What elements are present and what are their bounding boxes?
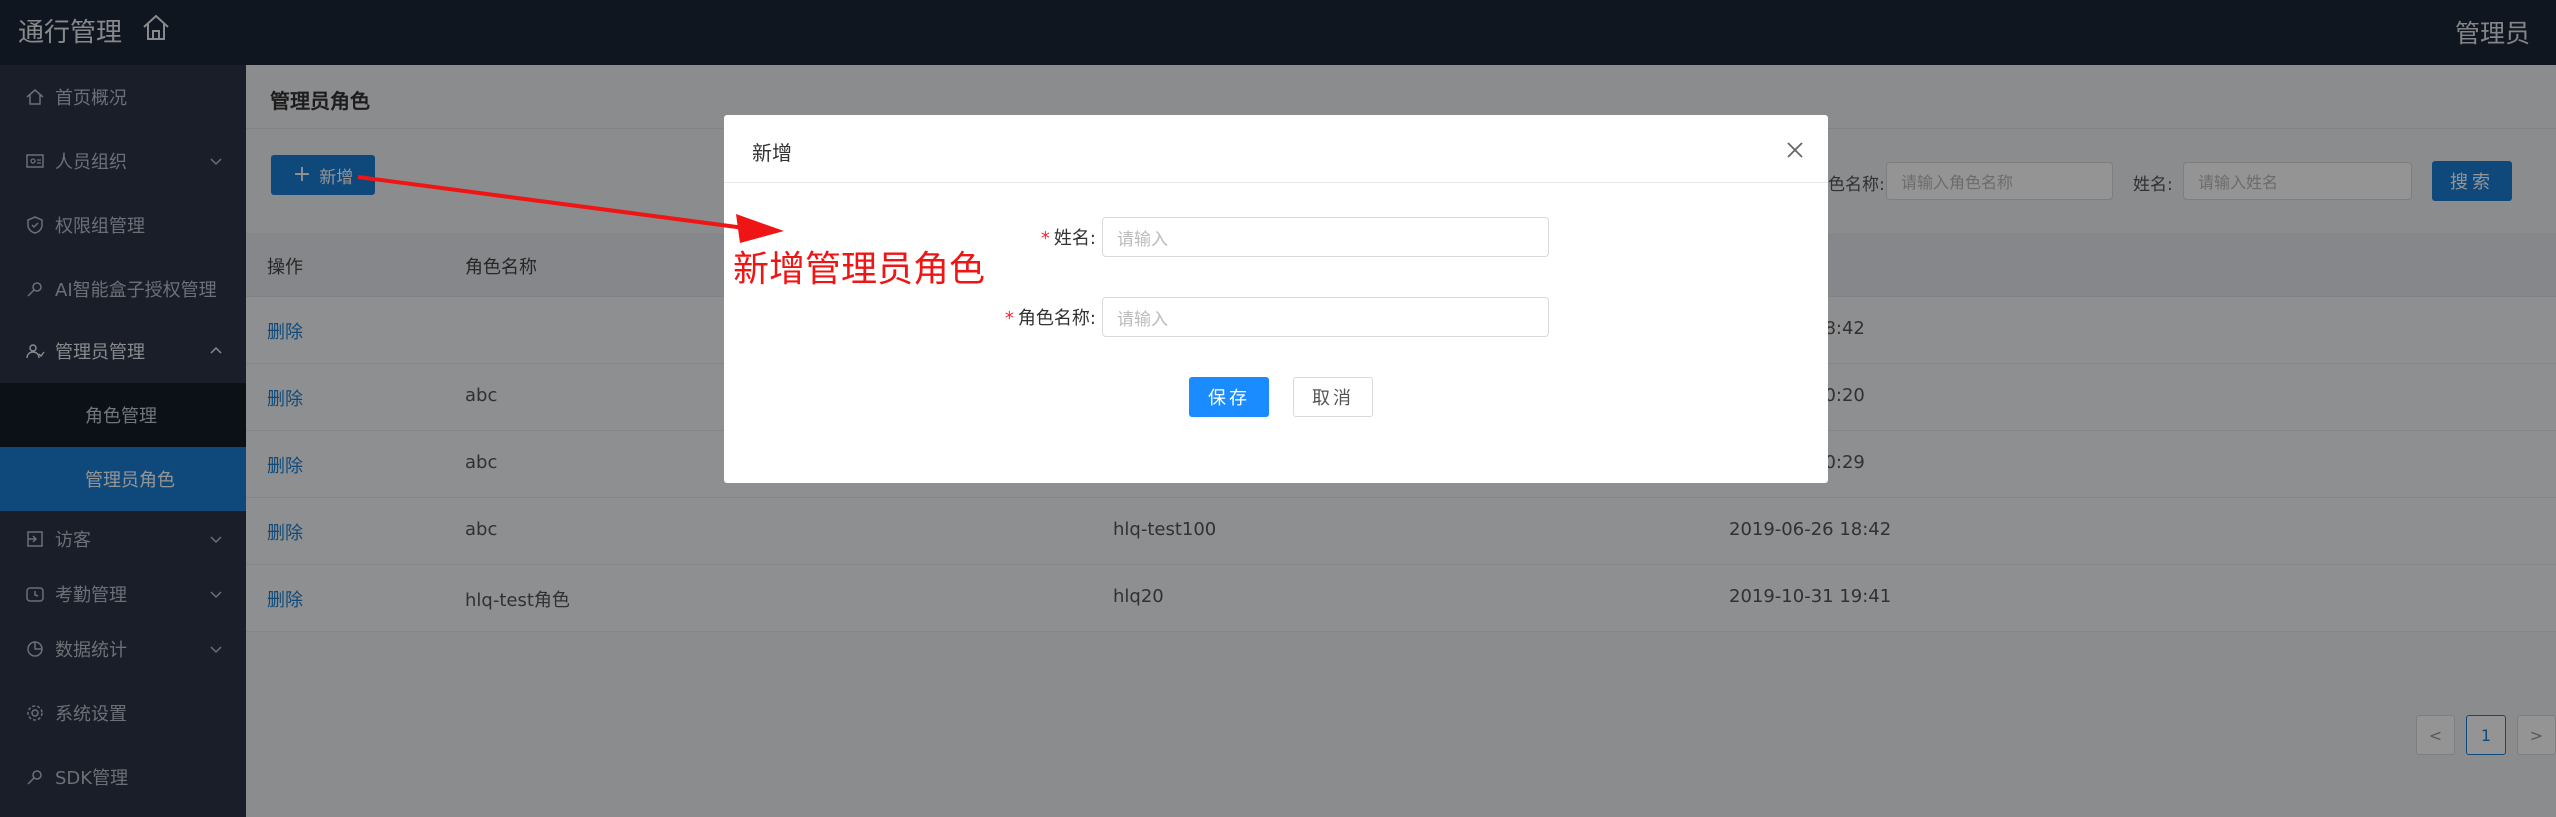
required-marker: * [1004, 308, 1014, 329]
dialog-title: 新增 [752, 141, 792, 165]
dialog-header: 新增 [724, 115, 1828, 183]
close-icon[interactable] [1784, 139, 1806, 161]
save-button[interactable]: 保存 [1189, 377, 1269, 417]
add-role-dialog: 新增 * 姓名: 请输入 * 角色名称: 请输入 保存 取消 [724, 115, 1828, 483]
role-name-field-label: * 角色名称: [1004, 308, 1096, 329]
required-marker: * [1040, 228, 1050, 249]
annotation-label: 新增管理员角色 [733, 249, 986, 290]
role-name-field[interactable]: 请输入 [1102, 297, 1549, 337]
name-field[interactable]: 请输入 [1102, 217, 1549, 257]
cancel-button[interactable]: 取消 [1293, 377, 1373, 417]
